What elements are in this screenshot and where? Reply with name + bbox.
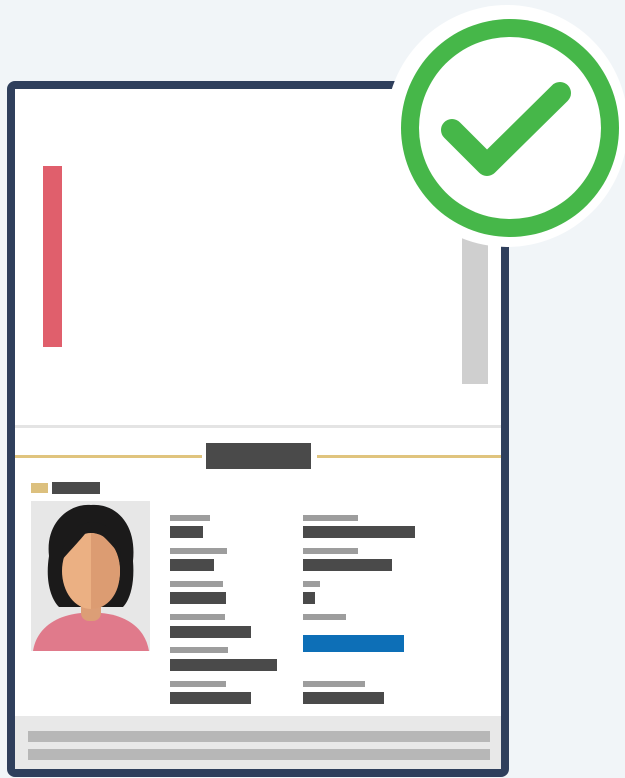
- verified-badge: [386, 5, 625, 248]
- field-value-placeholder: [303, 592, 315, 604]
- machine-readable-zone: [15, 716, 501, 769]
- field-label-placeholder: [303, 515, 358, 521]
- document-red-stripe: [43, 166, 62, 347]
- mrz-line-placeholder: [28, 749, 490, 760]
- field-value-placeholder: [170, 526, 203, 538]
- field-label-placeholder: [303, 581, 320, 587]
- field-label-placeholder: [303, 681, 365, 687]
- field-value-placeholder: [170, 592, 226, 604]
- page-divider: [15, 425, 501, 428]
- field-label-placeholder: [170, 515, 210, 521]
- country-label-placeholder: [52, 482, 100, 494]
- field-value-placeholder: [303, 692, 384, 704]
- highlighted-field-placeholder: [303, 635, 404, 652]
- field-value-placeholder: [303, 559, 392, 571]
- field-value-placeholder: [170, 659, 277, 671]
- field-label-placeholder: [170, 548, 227, 554]
- field-label-placeholder: [170, 681, 226, 687]
- field-label-placeholder: [303, 614, 346, 620]
- field-label-placeholder: [170, 581, 223, 587]
- document-grey-stripe: [462, 237, 488, 384]
- field-label-placeholder: [170, 614, 225, 620]
- field-value-placeholder: [170, 626, 251, 638]
- field-label-placeholder: [303, 548, 358, 554]
- field-value-placeholder: [170, 692, 251, 704]
- holder-photo: [31, 501, 150, 651]
- person-avatar-icon: [33, 504, 149, 651]
- field-value-placeholder: [303, 526, 415, 538]
- gold-rule-left: [15, 455, 202, 458]
- flag-icon: [31, 483, 48, 493]
- field-label-placeholder: [170, 647, 228, 653]
- document-title-placeholder: [206, 443, 311, 469]
- mrz-line-placeholder: [28, 731, 490, 742]
- gold-rule-right: [317, 455, 501, 458]
- checkmark-icon: [386, 5, 625, 247]
- field-value-placeholder: [170, 559, 214, 571]
